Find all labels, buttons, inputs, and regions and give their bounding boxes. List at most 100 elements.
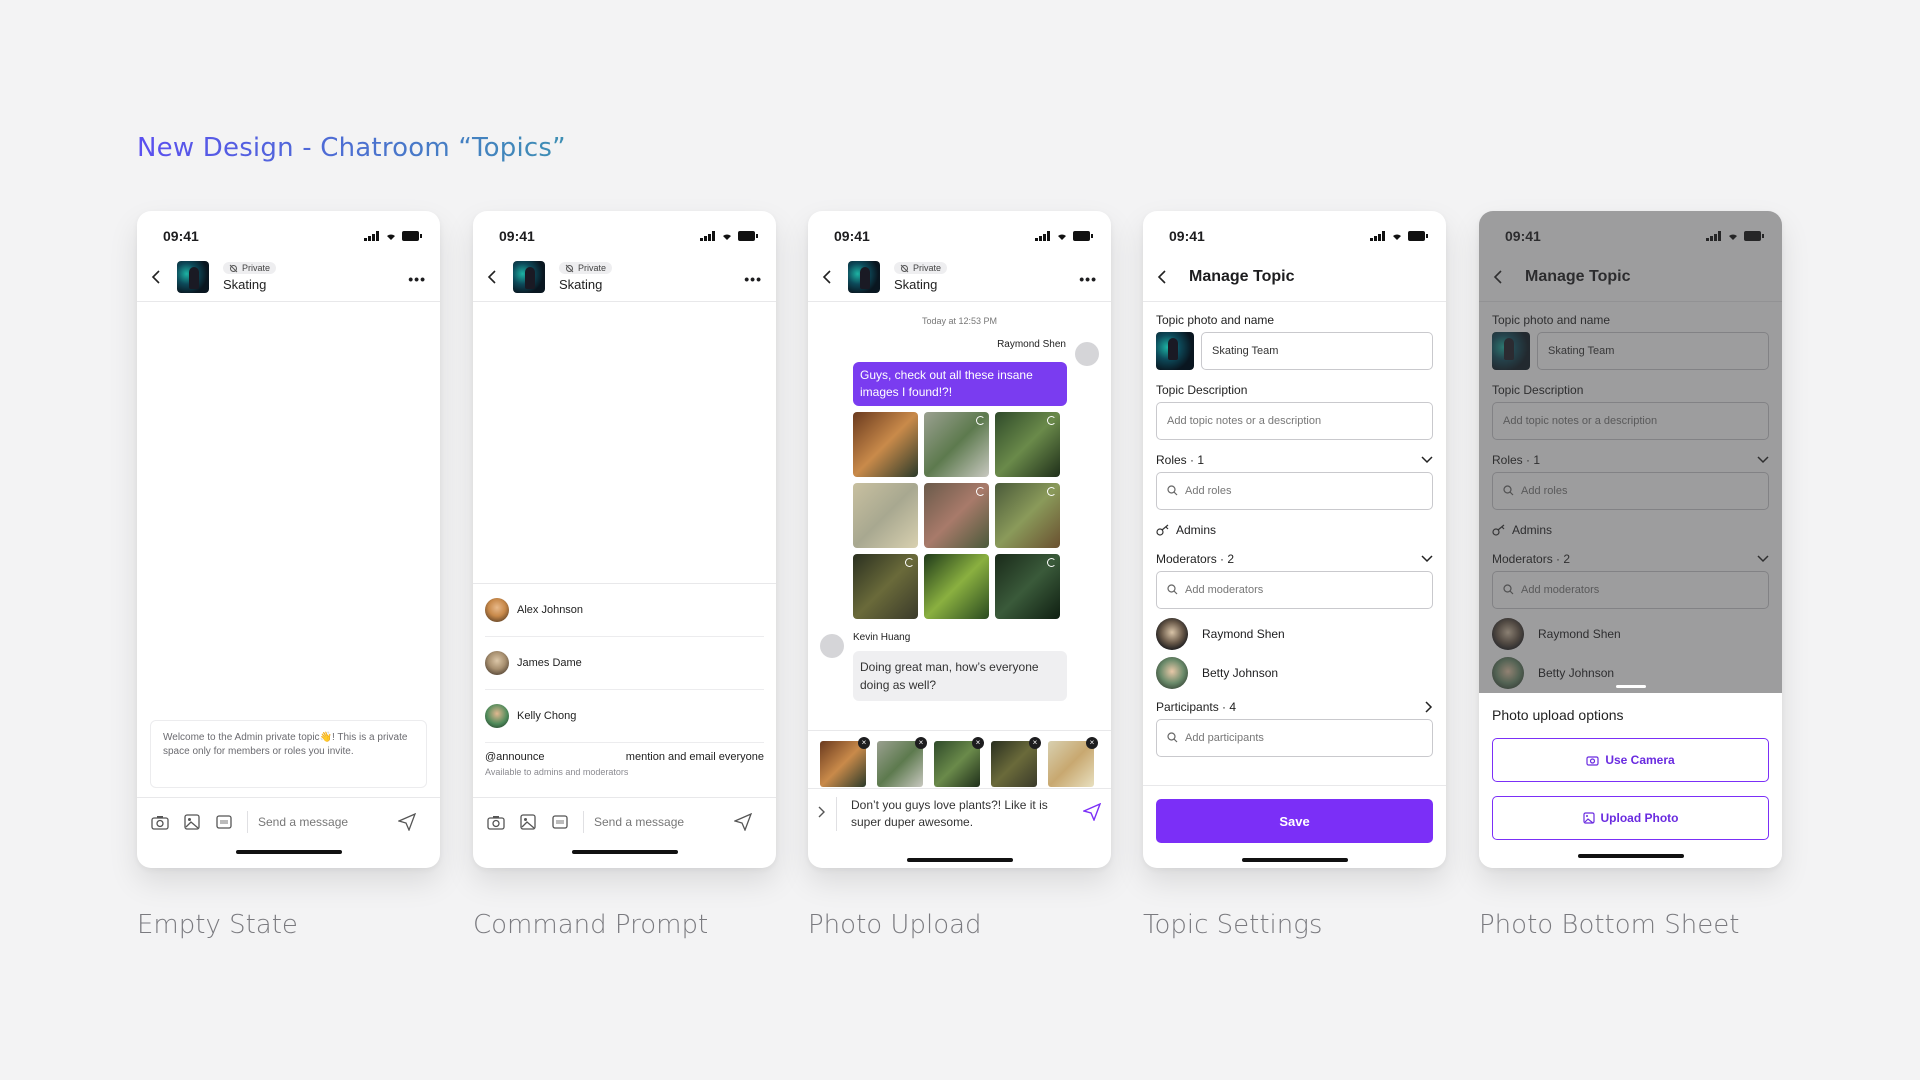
expand-chevron-icon[interactable] — [818, 805, 826, 823]
photo-tile[interactable] — [924, 554, 989, 619]
attachment-thumbnail[interactable]: × — [1048, 737, 1098, 787]
private-label: Private — [242, 263, 271, 273]
gif-icon[interactable] — [213, 811, 235, 833]
moderators-section-header[interactable]: Moderators · 2 — [1156, 550, 1433, 568]
sheet-drag-handle[interactable] — [1615, 685, 1646, 688]
command-suggestion[interactable]: @announce mention and email everyone Ava… — [485, 751, 764, 777]
loading-spinner-icon — [1047, 487, 1056, 496]
add-participants-input[interactable]: Add participants — [1156, 719, 1433, 757]
photo-tile[interactable] — [995, 483, 1060, 548]
upload-photo-button[interactable]: Upload Photo — [1492, 796, 1769, 840]
caption-photo-bottom-sheet: Photo Bottom Sheet — [1479, 910, 1740, 940]
command-description: mention and email everyone — [625, 751, 764, 763]
remove-attachment-icon[interactable]: × — [915, 737, 927, 749]
status-time: 09:41 — [1169, 228, 1205, 244]
more-options-icon[interactable]: ••• — [408, 271, 426, 287]
private-badge: Private — [559, 262, 613, 274]
back-icon[interactable] — [1157, 269, 1173, 285]
wifi-icon — [723, 234, 731, 240]
roles-section-header[interactable]: Roles · 1 — [1156, 451, 1433, 469]
chevron-down-icon[interactable] — [1421, 456, 1433, 464]
phone-command-prompt: 09:41 Private Skating ••• Alex Johnson J… — [473, 211, 776, 868]
phone-photo-bottom-sheet: 09:41 Manage Topic Topic photo and name … — [1479, 211, 1782, 868]
message-input[interactable]: Don’t you guys love plants?! Like it is … — [836, 797, 1083, 831]
home-indicator — [235, 850, 342, 854]
camera-icon[interactable] — [485, 811, 507, 833]
photo-tile[interactable] — [924, 412, 989, 477]
save-button[interactable]: Save — [1156, 799, 1433, 843]
modal-backdrop[interactable] — [1479, 211, 1782, 693]
private-label: Private — [913, 263, 942, 273]
topic-photo[interactable] — [1156, 332, 1194, 370]
photo-tile[interactable] — [853, 483, 918, 548]
message-input[interactable]: Send a message — [258, 815, 396, 829]
chat-header: Private Skating ••• — [137, 253, 440, 302]
status-bar: 09:41 — [473, 225, 776, 247]
avatar — [485, 598, 509, 622]
photo-tile[interactable] — [924, 483, 989, 548]
image-icon[interactable] — [517, 811, 539, 833]
mention-item[interactable]: Alex Johnson — [485, 584, 764, 637]
search-icon — [1167, 732, 1179, 744]
signal-icon — [364, 231, 379, 241]
mention-item[interactable]: Kelly Chong — [485, 690, 764, 743]
chevron-right-icon[interactable] — [1425, 701, 1433, 713]
roles-label: Roles · 1 — [1156, 453, 1205, 467]
home-indicator — [571, 850, 678, 854]
status-bar: 09:41 — [808, 225, 1111, 247]
attachment-thumbnail[interactable]: × — [991, 737, 1041, 787]
back-icon[interactable] — [151, 269, 167, 285]
home-indicator — [1577, 854, 1684, 858]
signal-icon — [700, 231, 715, 241]
eye-off-icon — [565, 264, 574, 272]
key-icon — [1156, 524, 1169, 536]
attachment-thumbnail[interactable]: × — [934, 737, 984, 787]
remove-attachment-icon[interactable]: × — [1029, 737, 1041, 749]
attachment-tray: × × × × × — [808, 730, 1111, 788]
signal-icon — [1035, 231, 1050, 241]
photo-tile[interactable] — [995, 412, 1060, 477]
phone-empty-state: 09:41 Private Skating ••• Welcome to the… — [137, 211, 440, 868]
photo-tile[interactable] — [853, 554, 918, 619]
send-icon[interactable] — [732, 811, 754, 833]
remove-attachment-icon[interactable]: × — [1086, 737, 1098, 749]
mention-item[interactable]: James Dame — [485, 637, 764, 690]
topic-name-field[interactable]: Skating Team — [1201, 332, 1433, 370]
topic-avatar — [177, 261, 209, 293]
remove-attachment-icon[interactable]: × — [972, 737, 984, 749]
chevron-down-icon[interactable] — [1421, 555, 1433, 563]
camera-icon — [1586, 755, 1599, 766]
image-icon[interactable] — [181, 811, 203, 833]
command-subtext: Available to admins and moderators — [485, 767, 629, 777]
eye-off-icon — [229, 264, 238, 272]
add-moderators-input[interactable]: Add moderators — [1156, 571, 1433, 609]
battery-icon — [402, 231, 422, 241]
photo-tile[interactable] — [995, 554, 1060, 619]
more-options-icon[interactable]: ••• — [744, 271, 762, 287]
use-camera-label: Use Camera — [1605, 753, 1675, 767]
add-roles-input[interactable]: Add roles — [1156, 472, 1433, 510]
use-camera-button[interactable]: Use Camera — [1492, 738, 1769, 782]
loading-spinner-icon — [905, 558, 914, 567]
add-roles-placeholder: Add roles — [1185, 485, 1232, 497]
remove-attachment-icon[interactable]: × — [858, 737, 870, 749]
more-options-icon[interactable]: ••• — [1079, 271, 1097, 287]
topic-description-field[interactable]: Add topic notes or a description — [1156, 402, 1433, 440]
participants-section-header[interactable]: Participants · 4 — [1156, 698, 1433, 716]
topic-name: Skating — [894, 277, 938, 292]
back-icon[interactable] — [487, 269, 503, 285]
attachment-thumbnail[interactable]: × — [820, 737, 870, 787]
send-icon[interactable] — [396, 811, 418, 833]
camera-icon[interactable] — [149, 811, 171, 833]
attachment-thumbnail[interactable]: × — [877, 737, 927, 787]
role-name: Admins — [1176, 523, 1217, 537]
moderator-item[interactable]: Betty Johnson — [1156, 657, 1433, 689]
photo-tile[interactable] — [853, 412, 918, 477]
moderator-item[interactable]: Raymond Shen — [1156, 618, 1433, 650]
mention-name: Alex Johnson — [517, 604, 584, 616]
gif-icon[interactable] — [549, 811, 571, 833]
back-icon[interactable] — [822, 269, 838, 285]
send-icon[interactable] — [1081, 802, 1102, 826]
topic-name: Skating — [223, 277, 267, 292]
message-input[interactable]: Send a message — [594, 815, 732, 829]
